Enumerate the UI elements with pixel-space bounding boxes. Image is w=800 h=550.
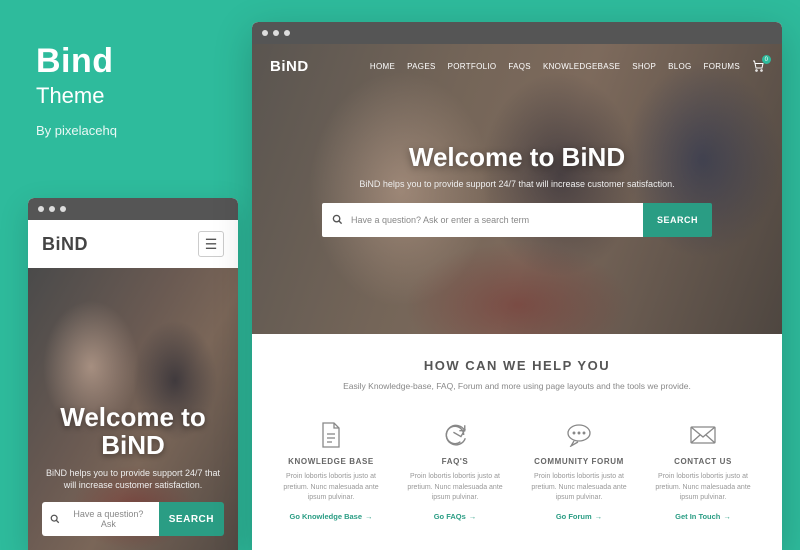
search-input[interactable]: Have a question? Ask	[42, 502, 159, 536]
card-body: Proin lobortis lobortis justo at pretium…	[402, 472, 508, 504]
search-icon	[50, 514, 60, 524]
card-title: CONTACT US	[650, 457, 756, 466]
help-heading: HOW CAN WE HELP YOU	[274, 358, 760, 373]
search-bar: Have a question? Ask or enter a search t…	[322, 203, 712, 237]
help-cards: KNOWLEDGE BASE Proin lobortis lobortis j…	[274, 413, 760, 530]
search-bar: Have a question? Ask SEARCH	[42, 502, 224, 536]
window-dot	[262, 30, 268, 36]
cta-label: Go FAQs	[434, 512, 466, 521]
mobile-hero: Welcome to BiND BiND helps you to provid…	[28, 268, 238, 550]
desktop-preview: BiND HOME PAGES PORTFOLIO FAQS KNOWLEDGE…	[252, 22, 782, 550]
mobile-preview: BiND ☰ Welcome to BiND BiND helps you to…	[28, 198, 238, 550]
card-contact-us: CONTACT US Proin lobortis lobortis justo…	[646, 413, 760, 530]
window-dot	[49, 206, 55, 212]
hero-tagline: BiND helps you to provide support 24/7 t…	[359, 179, 674, 189]
search-input[interactable]: Have a question? Ask or enter a search t…	[322, 203, 643, 237]
browser-chrome	[28, 198, 238, 220]
card-body: Proin lobortis lobortis justo at pretium…	[278, 472, 384, 504]
brand-logo[interactable]: BiND	[42, 234, 88, 255]
window-dot	[284, 30, 290, 36]
arrow-right-icon: →	[469, 512, 477, 521]
document-icon	[278, 419, 384, 451]
search-button[interactable]: SEARCH	[159, 502, 224, 536]
card-body: Proin lobortis lobortis justo at pretium…	[526, 472, 632, 504]
window-dot	[38, 206, 44, 212]
card-cta[interactable]: Go FAQs →	[434, 512, 477, 521]
card-cta[interactable]: Go Forum →	[556, 512, 602, 521]
refresh-icon	[402, 419, 508, 451]
cta-label: Go Forum	[556, 512, 592, 521]
help-section: HOW CAN WE HELP YOU Easily Knowledge-bas…	[252, 334, 782, 530]
hamburger-menu-button[interactable]: ☰	[198, 231, 224, 257]
card-body: Proin lobortis lobortis justo at pretium…	[650, 472, 756, 504]
mobile-appbar: BiND ☰	[28, 220, 238, 268]
search-button[interactable]: SEARCH	[643, 203, 712, 237]
hamburger-icon: ☰	[205, 236, 218, 253]
cta-label: Go Knowledge Base	[289, 512, 362, 521]
window-dot	[60, 206, 66, 212]
search-icon	[332, 214, 343, 225]
hero-title: Welcome to BiND	[42, 404, 224, 459]
search-placeholder: Have a question? Ask or enter a search t…	[351, 215, 529, 225]
card-title: FAQ'S	[402, 457, 508, 466]
hero-tagline: BiND helps you to provide support 24/7 t…	[42, 467, 224, 492]
hero-title: Welcome to BiND	[409, 142, 625, 173]
search-placeholder: Have a question? Ask	[66, 509, 151, 529]
arrow-right-icon: →	[723, 512, 731, 521]
desktop-hero: BiND HOME PAGES PORTFOLIO FAQS KNOWLEDGE…	[252, 44, 782, 334]
cta-label: Get In Touch	[675, 512, 720, 521]
card-faqs: FAQ'S Proin lobortis lobortis justo at p…	[398, 413, 512, 530]
card-cta[interactable]: Go Knowledge Base →	[289, 512, 372, 521]
card-title: COMMUNITY FORUM	[526, 457, 632, 466]
envelope-icon	[650, 419, 756, 451]
promo-title: Bind Theme By pixelacehq	[36, 42, 117, 138]
window-dot	[273, 30, 279, 36]
card-title: KNOWLEDGE BASE	[278, 457, 384, 466]
theme-author: By pixelacehq	[36, 123, 117, 138]
theme-name: Bind	[36, 42, 117, 81]
chat-icon	[526, 419, 632, 451]
card-knowledge-base: KNOWLEDGE BASE Proin lobortis lobortis j…	[274, 413, 388, 530]
card-cta[interactable]: Get In Touch →	[675, 512, 731, 521]
card-community-forum: COMMUNITY FORUM Proin lobortis lobortis …	[522, 413, 636, 530]
theme-subtitle: Theme	[36, 83, 117, 109]
help-desc: Easily Knowledge-base, FAQ, Forum and mo…	[274, 381, 760, 391]
arrow-right-icon: →	[365, 512, 373, 521]
browser-chrome	[252, 22, 782, 44]
arrow-right-icon: →	[595, 512, 603, 521]
